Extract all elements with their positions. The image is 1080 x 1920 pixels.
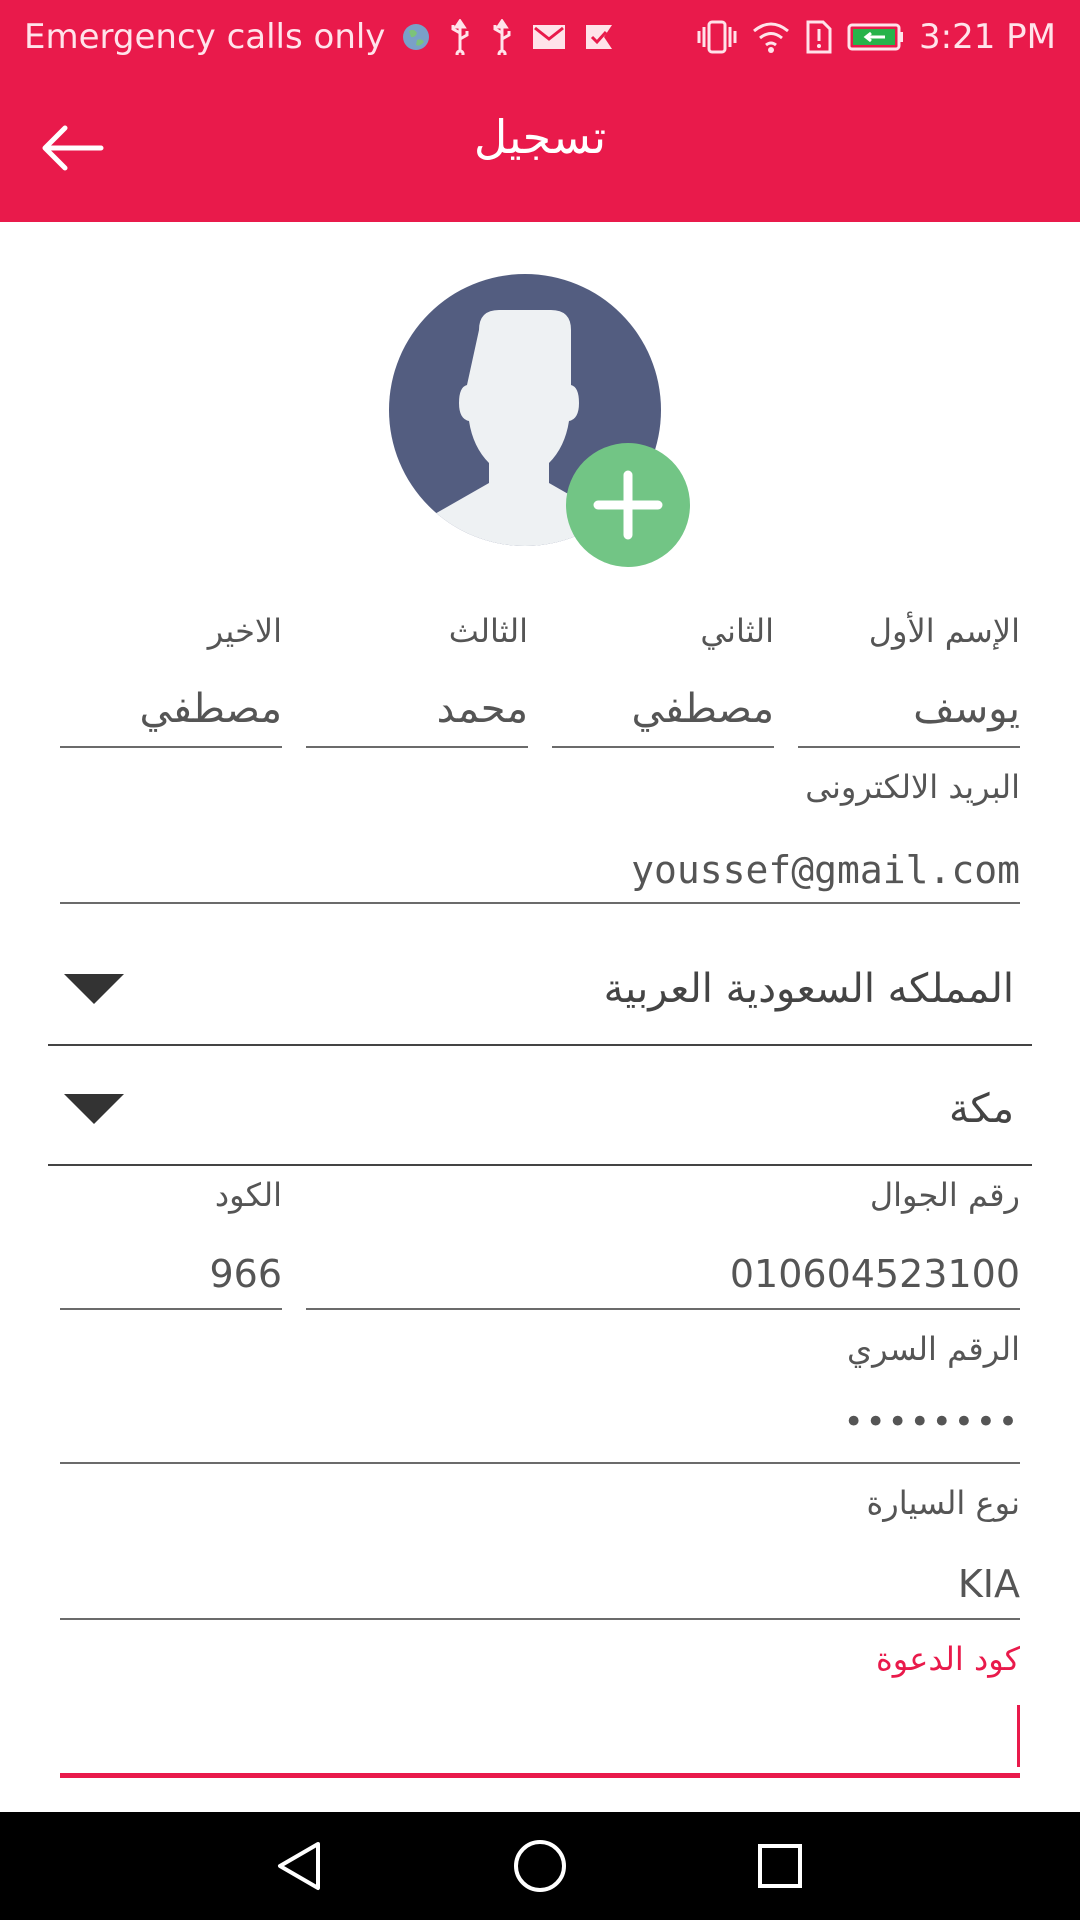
second-name-value: مصطفي	[631, 686, 775, 732]
usb-icon	[447, 19, 473, 55]
status-right: 3:21 PM	[697, 14, 1056, 60]
second-name-label: الثاني	[700, 612, 774, 650]
email-value: youssef@gmail.com	[631, 848, 1020, 892]
first-name-field[interactable]: الإسم الأول يوسف	[798, 612, 1020, 748]
app-toolbar: تسجيل	[0, 74, 1080, 222]
gmail-icon	[531, 22, 567, 52]
phone-label: رقم الجوال	[869, 1176, 1020, 1214]
field-underline	[60, 1308, 282, 1310]
invite-code-field[interactable]: كود الدعوة	[60, 1640, 1020, 1778]
check-icon	[583, 22, 615, 52]
password-label: الرقم السري	[847, 1330, 1020, 1368]
invite-code-label: كود الدعوة	[875, 1640, 1020, 1678]
field-underline	[60, 746, 282, 748]
country-code-label: الكود	[214, 1176, 282, 1214]
country-select-value: المملكه السعودية العربية	[603, 966, 1014, 1012]
home-circle-icon	[514, 1840, 566, 1892]
field-underline	[60, 1462, 1020, 1464]
field-underline	[552, 746, 774, 748]
country-select[interactable]: المملكه السعودية العربية	[48, 940, 1032, 1046]
add-photo-button[interactable]	[566, 443, 690, 567]
second-name-field[interactable]: الثاني مصطفي	[552, 612, 774, 748]
vibrate-icon	[697, 19, 737, 55]
last-name-label: الاخير	[207, 612, 282, 650]
password-value: ••••••••	[843, 1402, 1020, 1442]
status-left: Emergency calls only	[24, 14, 615, 60]
third-name-label: الثالث	[448, 612, 528, 650]
nav-recents-button[interactable]	[748, 1834, 812, 1898]
page-title: تسجيل	[473, 110, 607, 164]
first-name-label: الإسم الأول	[868, 612, 1020, 650]
recents-square-icon	[758, 1844, 802, 1888]
first-name-value: يوسف	[913, 686, 1020, 732]
nav-home-button[interactable]	[508, 1834, 572, 1898]
plus-icon	[593, 470, 663, 540]
field-underline	[798, 746, 1020, 748]
text-caret	[1017, 1705, 1020, 1767]
city-select-value: مكة	[949, 1086, 1014, 1132]
sim-alert-icon	[805, 19, 833, 55]
clock: 3:21 PM	[919, 17, 1056, 57]
back-triangle-icon	[278, 1842, 320, 1890]
select-underline	[48, 1044, 1032, 1046]
car-type-label: نوع السيارة	[866, 1484, 1020, 1522]
field-underline-active	[60, 1773, 1020, 1778]
globe-icon	[401, 22, 431, 52]
phone-field[interactable]: رقم الجوال 010604523100	[306, 1176, 1020, 1310]
password-field[interactable]: الرقم السري ••••••••	[60, 1330, 1020, 1464]
field-underline	[306, 1308, 1020, 1310]
email-label: البريد الالكترونى	[805, 768, 1020, 806]
third-name-field[interactable]: الثالث محمد	[306, 612, 528, 748]
battery-charging-icon	[847, 22, 905, 52]
system-nav-bar	[0, 1812, 1080, 1920]
third-name-value: محمد	[436, 686, 528, 732]
last-name-field[interactable]: الاخير مصطفي	[60, 612, 282, 748]
usb-icon	[489, 19, 515, 55]
email-field[interactable]: البريد الالكترونى youssef@gmail.com	[60, 768, 1020, 904]
field-underline	[60, 902, 1020, 904]
nav-back-button[interactable]	[268, 1834, 332, 1898]
carrier-text: Emergency calls only	[24, 17, 386, 57]
field-underline	[306, 746, 528, 748]
chevron-down-icon	[64, 974, 124, 1004]
country-code-value: 966	[209, 1252, 282, 1296]
last-name-value: مصطفي	[139, 686, 283, 732]
city-select[interactable]: مكة	[48, 1060, 1032, 1166]
wifi-icon	[751, 20, 791, 54]
field-underline	[60, 1618, 1020, 1620]
chevron-down-icon	[64, 1094, 124, 1124]
car-type-value: KIA	[957, 1562, 1020, 1606]
status-bar: Emergency calls only 3:21 PM	[0, 0, 1080, 74]
country-code-field[interactable]: الكود 966	[60, 1176, 282, 1310]
phone-value: 010604523100	[729, 1252, 1020, 1296]
car-type-field[interactable]: نوع السيارة KIA	[60, 1484, 1020, 1620]
select-underline	[48, 1164, 1032, 1166]
